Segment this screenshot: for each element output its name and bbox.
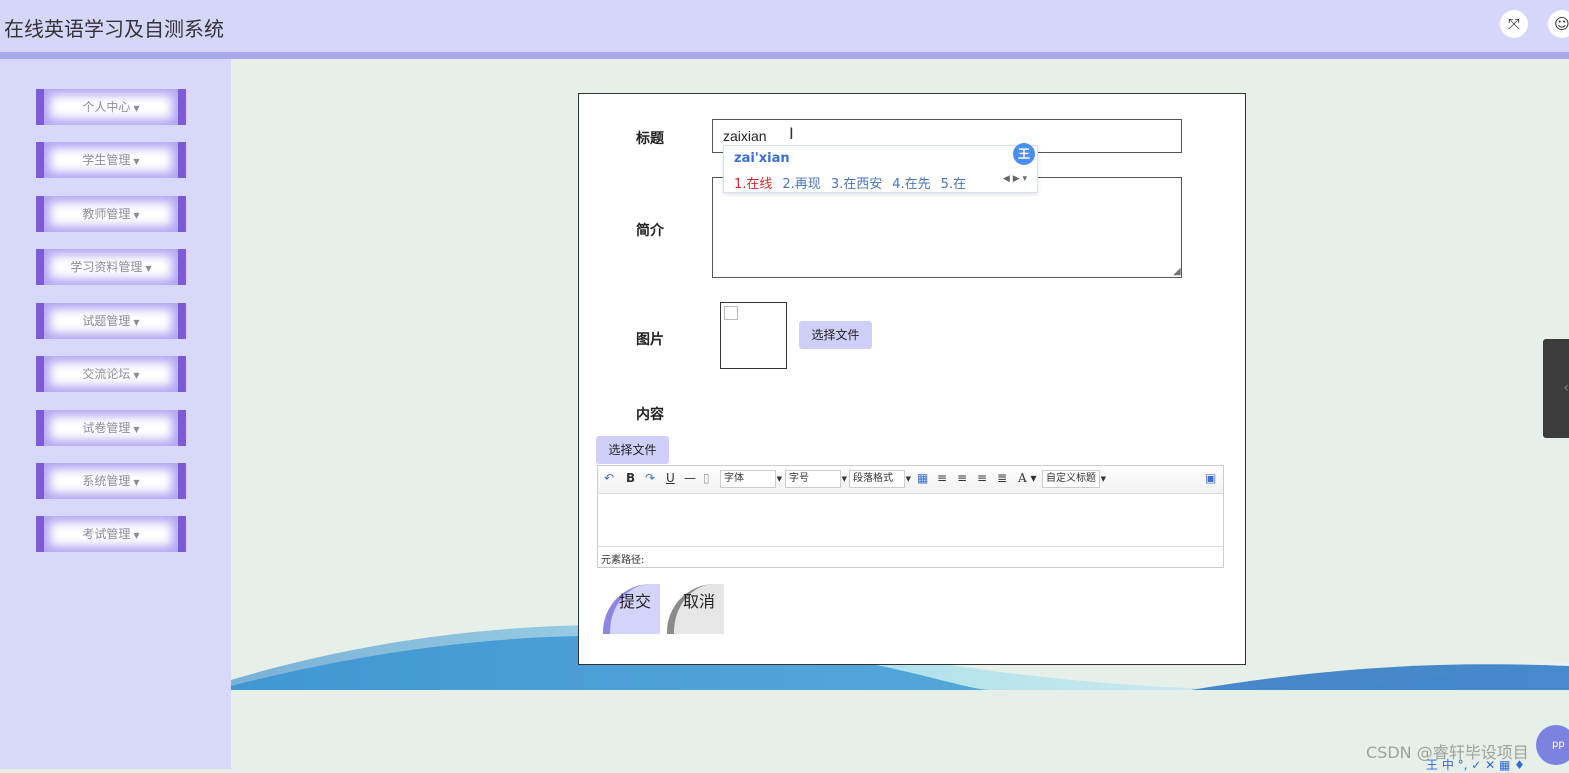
caret-down-icon: ▼ (133, 531, 140, 540)
preview-icon[interactable]: ▣ (1205, 471, 1216, 485)
ime-candidate[interactable]: 1.在线 (734, 177, 772, 192)
align-center-icon[interactable]: ≡ (957, 471, 967, 485)
submit-button[interactable]: 提交 (603, 584, 660, 634)
ime-toolbar-tray[interactable]: 王 中 °, ✓ ✕ ▦ ♦ (1426, 756, 1525, 773)
sidebar-item-label: 学习资料管理 (70, 260, 143, 274)
ime-page-arrows-icon[interactable]: ◀ ▶ ▾ (1003, 174, 1027, 184)
dropdown-arrow-icon: ▼ (841, 475, 847, 483)
fullscreen-icon[interactable]: ⤧ (1500, 10, 1528, 38)
side-collapse-tab[interactable]: ‹ (1543, 339, 1569, 438)
cancel-button[interactable]: 取消 (667, 584, 724, 634)
sidebar-item-label: 教师管理 (82, 207, 131, 221)
font-family-value: 字体 (724, 473, 744, 484)
broken-image-icon (724, 306, 738, 320)
app-title: 在线英语学习及自测系统 (4, 17, 224, 41)
caret-down-icon: ▼ (133, 157, 140, 166)
underline-icon[interactable]: U (666, 471, 675, 485)
floating-app-badge[interactable]: pp (1536, 725, 1569, 765)
title-label: 标题 (636, 131, 664, 147)
ime-candidate[interactable]: 3.在西安 (831, 177, 882, 192)
redo-icon[interactable]: ↷ (645, 471, 655, 485)
sidebar-item-student-management[interactable]: 学生管理 ▼ (36, 142, 186, 178)
align-right-icon[interactable]: ≡ (977, 471, 987, 485)
sidebar-item-label: 交流论坛 (82, 367, 131, 381)
ime-candidate[interactable]: 4.在先 (892, 177, 930, 192)
justify-icon[interactable]: ≣ (997, 471, 1007, 485)
ime-candidates[interactable]: 1.在线 2.再现 3.在西安 4.在先 5.在 (734, 173, 976, 192)
sidebar-item-label: 个人中心 (82, 100, 131, 114)
image-preview (720, 302, 787, 369)
rich-text-editor[interactable]: ↶ B ↷ U — ▯ 字体 ▼ 字号 ▼ 段落格式 ▼ ▦ ≡ ≡ ≡ ≣ A ▾ … (597, 465, 1224, 568)
dropdown-arrow-icon: ▼ (1100, 475, 1106, 483)
caret-down-icon: ▼ (133, 478, 140, 487)
paragraph-format-value: 段落格式 (853, 473, 893, 484)
align-left-icon[interactable]: ≡ (937, 471, 947, 485)
sidebar-item-materials-management[interactable]: 学习资料管理 ▼ (36, 249, 186, 285)
sidebar-item-papers-management[interactable]: 试卷管理 ▼ (36, 410, 186, 446)
text-cursor-icon: I (789, 124, 794, 143)
ime-candidate[interactable]: 2.再现 (782, 177, 820, 192)
sidebar-item-label: 系统管理 (82, 474, 131, 488)
font-family-select[interactable]: 字体 ▼ (720, 470, 782, 488)
sidebar-item-label: 考试管理 (82, 527, 131, 541)
ime-pinyin: zai'xian (734, 151, 790, 166)
caret-down-icon: ▼ (133, 371, 140, 380)
dropdown-arrow-icon: ▼ (905, 475, 911, 483)
content-choose-file-button[interactable]: 选择文件 (596, 436, 669, 464)
ime-candidate-popup[interactable]: zai'xian 1.在线 2.再现 3.在西安 4.在先 5.在 ◀ ▶ ▾ 王 (723, 143, 1038, 193)
font-size-select[interactable]: 字号 ▼ (785, 470, 847, 488)
intro-label: 简介 (636, 223, 664, 239)
bold-icon[interactable]: B (626, 471, 635, 485)
ime-candidate[interactable]: 5.在 (941, 177, 966, 192)
edit-form-panel: 标题 zaixian I zai'xian 1.在线 2.再现 3.在西安 4.在先 5… (578, 93, 1246, 665)
sidebar-item-teacher-management[interactable]: 教师管理 ▼ (36, 196, 186, 232)
horizontal-rule-icon[interactable]: — (684, 471, 696, 485)
sidebar-item-personal-center[interactable]: 个人中心 ▼ (36, 89, 186, 125)
document-icon[interactable]: ▯ (703, 471, 710, 485)
caret-down-icon: ▼ (133, 425, 140, 434)
table-icon[interactable]: ▦ (917, 471, 928, 485)
sidebar-item-label: 学生管理 (82, 153, 131, 167)
ime-logo-badge: 王 (1013, 143, 1035, 165)
caret-down-icon: ▼ (133, 318, 140, 327)
sidebar: 个人中心 ▼ 学生管理 ▼ 教师管理 ▼ 学习资料管理 ▼ 试题管理 ▼ 交流论坛 ▼ 试卷… (0, 59, 231, 769)
image-label: 图片 (636, 332, 664, 348)
sidebar-item-label: 试题管理 (82, 314, 131, 328)
font-size-value: 字号 (789, 473, 809, 484)
font-color-icon[interactable]: A ▾ (1018, 471, 1037, 485)
caret-down-icon: ▼ (145, 264, 152, 273)
user-icon[interactable]: ☺ (1548, 10, 1569, 38)
sidebar-item-questions-management[interactable]: 试题管理 ▼ (36, 303, 186, 339)
sidebar-item-exam-management[interactable]: 考试管理 ▼ (36, 516, 186, 552)
sidebar-item-system-management[interactable]: 系统管理 ▼ (36, 463, 186, 499)
caret-down-icon: ▼ (133, 211, 140, 220)
custom-heading-select[interactable]: 自定义标题 ▼ (1042, 470, 1106, 488)
caret-down-icon: ▼ (133, 104, 140, 113)
content-label: 内容 (636, 407, 664, 423)
resize-handle-icon[interactable]: ◢ (1173, 266, 1181, 277)
top-header: 在线英语学习及自测系统 ⤧ ☺ (0, 0, 1569, 59)
paragraph-format-select[interactable]: 段落格式 ▼ (849, 470, 911, 488)
sidebar-item-forum[interactable]: 交流论坛 ▼ (36, 356, 186, 392)
sidebar-item-label: 试卷管理 (82, 421, 131, 435)
dropdown-arrow-icon: ▼ (776, 475, 782, 483)
chevron-left-icon: ‹ (1563, 380, 1569, 396)
image-choose-file-button[interactable]: 选择文件 (799, 321, 872, 349)
custom-heading-value: 自定义标题 (1046, 473, 1096, 484)
element-path-bar: 元素路径: (598, 546, 1223, 567)
editor-content-area[interactable] (598, 494, 1223, 545)
editor-toolbar: ↶ B ↷ U — ▯ 字体 ▼ 字号 ▼ 段落格式 ▼ ▦ ≡ ≡ ≡ ≣ A ▾ … (598, 466, 1223, 494)
undo-icon[interactable]: ↶ (604, 471, 614, 485)
